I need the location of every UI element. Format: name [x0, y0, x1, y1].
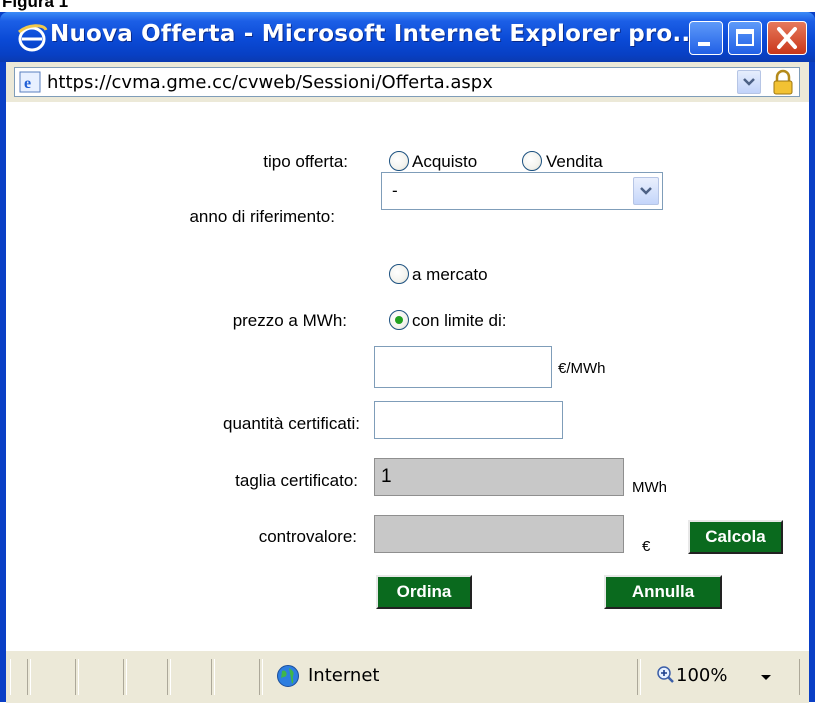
- annulla-button[interactable]: Annulla: [604, 575, 722, 609]
- status-segment: [126, 659, 168, 695]
- prezzo-limite-input[interactable]: [374, 346, 552, 388]
- anno-riferimento-select[interactable]: -: [381, 172, 663, 210]
- figure-label: Figura 1: [2, 0, 69, 11]
- ie-page-icon: e: [19, 71, 41, 93]
- status-segment: [30, 659, 76, 695]
- minimize-button[interactable]: [689, 21, 723, 55]
- controvalore-label: controvalore:: [258, 527, 357, 546]
- taglia-unit: MWh: [632, 479, 667, 496]
- radio-acquisto-label[interactable]: Acquisto: [412, 152, 477, 172]
- anno-riferimento-value: -: [392, 181, 398, 200]
- address-url: https://cvma.gme.cc/cvweb/Sessioni/Offer…: [47, 72, 493, 93]
- close-button[interactable]: [767, 21, 807, 55]
- minimize-icon: [698, 42, 710, 46]
- calcola-button[interactable]: Calcola: [688, 520, 783, 554]
- status-segment: [10, 659, 28, 695]
- ordina-button[interactable]: Ordina: [376, 575, 472, 609]
- title-bar[interactable]: Nuova Offerta - Microsoft Internet Explo…: [0, 12, 815, 62]
- page-content: tipo offerta: Acquisto Vendita anno di r…: [6, 102, 809, 650]
- prezzo-unit: €/MWh: [558, 360, 606, 377]
- quantita-input[interactable]: [374, 401, 563, 439]
- taglia-label: taglia certificato:: [235, 471, 358, 490]
- controvalore-unit: €: [642, 538, 651, 555]
- globe-icon: [277, 665, 299, 687]
- maximize-icon: [736, 29, 754, 46]
- anno-riferimento-label: anno di riferimento:: [189, 207, 335, 226]
- address-bar: e https://cvma.gme.cc/cvweb/Sessioni/Off…: [6, 62, 809, 102]
- radio-a-mercato[interactable]: [389, 264, 409, 284]
- status-bar: Internet 100%: [6, 650, 809, 703]
- ie-icon: [18, 24, 48, 52]
- radio-acquisto[interactable]: [389, 151, 409, 171]
- radio-selected-dot: [395, 316, 403, 324]
- status-segment: [214, 659, 260, 695]
- padlock-icon[interactable]: [771, 69, 795, 95]
- zoom-level[interactable]: 100%: [676, 665, 727, 686]
- maximize-button[interactable]: [728, 21, 762, 55]
- zoom-icon[interactable]: [656, 665, 676, 685]
- tipo-offerta-label: tipo offerta:: [263, 152, 348, 171]
- address-dropdown-button[interactable]: [737, 70, 761, 94]
- zoom-dropdown-icon[interactable]: [761, 675, 771, 680]
- status-segment: [170, 659, 212, 695]
- status-segment: [78, 659, 124, 695]
- radio-con-limite-label[interactable]: con limite di:: [412, 311, 506, 331]
- select-dropdown-button[interactable]: [633, 177, 659, 205]
- window-title: Nuova Offerta - Microsoft Internet Explo…: [50, 21, 700, 47]
- controvalore-input: [374, 515, 624, 553]
- radio-vendita[interactable]: [522, 151, 542, 171]
- chevron-down-icon: [743, 78, 755, 86]
- radio-vendita-label[interactable]: Vendita: [546, 152, 603, 172]
- status-zone-text: Internet: [308, 665, 380, 686]
- address-field[interactable]: e https://cvma.gme.cc/cvweb/Sessioni/Off…: [14, 67, 800, 97]
- quantita-label: quantità certificati:: [222, 414, 360, 433]
- chevron-down-icon: [640, 187, 652, 195]
- taglia-input: [374, 458, 624, 496]
- prezzo-label: prezzo a MWh:: [232, 311, 347, 330]
- ie-window: Nuova Offerta - Microsoft Internet Explo…: [0, 12, 815, 703]
- close-icon: [777, 27, 797, 49]
- radio-con-limite[interactable]: [389, 310, 409, 330]
- radio-a-mercato-label[interactable]: a mercato: [412, 265, 488, 285]
- svg-text:e: e: [24, 75, 31, 92]
